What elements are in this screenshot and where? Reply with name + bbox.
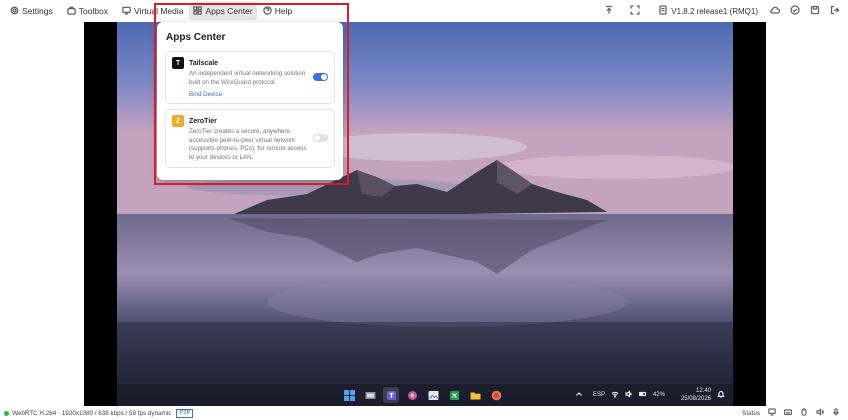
save-icon[interactable] bbox=[810, 5, 820, 17]
toolbar-right: V1.8.2 release1 (RMQ1) bbox=[604, 0, 840, 22]
keyboard-icon[interactable] bbox=[783, 408, 793, 418]
toggle-knob bbox=[321, 74, 327, 80]
battery-icon[interactable] bbox=[638, 390, 647, 400]
gear-icon bbox=[10, 6, 19, 17]
popup-title: Apps Center bbox=[166, 32, 226, 43]
teams-app-icon[interactable] bbox=[383, 387, 399, 403]
toolbox-menu[interactable]: Toolbox bbox=[63, 2, 112, 20]
clock-date: 25/08/2026 bbox=[680, 396, 711, 402]
photos-app-icon[interactable] bbox=[425, 387, 441, 403]
system-tray: ESP 42% 12:40 25/08/2026 bbox=[575, 384, 725, 406]
toolbox-icon bbox=[67, 6, 76, 17]
cloud-icon[interactable] bbox=[770, 5, 781, 17]
notification-bell-icon[interactable] bbox=[717, 390, 725, 400]
taskbar-apps bbox=[341, 387, 504, 403]
status-label[interactable]: Status bbox=[742, 410, 760, 417]
p2p-badge: P2P bbox=[176, 408, 194, 418]
logout-icon[interactable] bbox=[830, 5, 840, 17]
language-indicator[interactable]: ESP bbox=[593, 392, 605, 398]
taskbar-clock[interactable]: 12:40 25/08/2026 bbox=[681, 387, 711, 403]
toolbox-label: Toolbox bbox=[78, 6, 109, 16]
tailscale-logo-icon: T bbox=[172, 57, 184, 69]
virtual-media-label: Virtual Media bbox=[134, 6, 184, 16]
status-bar: WebRTC H.264 · 1920x1080 / 638 kbps / 59… bbox=[0, 406, 848, 420]
apps-center-label: Apps Center bbox=[205, 6, 253, 16]
app-description: An independent virtual networking soluti… bbox=[189, 70, 306, 86]
help-menu[interactable]: Help bbox=[259, 2, 296, 20]
apps-center-menu[interactable]: Apps Center bbox=[189, 2, 257, 20]
monitor-icon[interactable] bbox=[768, 408, 776, 418]
help-icon bbox=[263, 5, 272, 17]
file-explorer-icon[interactable] bbox=[362, 387, 378, 403]
app-description: ZeroTier creates a secure, anywhere-acce… bbox=[189, 128, 307, 161]
apps-center-popup: Apps Center T Tailscale An independent v… bbox=[157, 22, 343, 180]
settings-label: Settings bbox=[22, 6, 53, 16]
clock-time: 12:40 bbox=[695, 388, 711, 394]
top-toolbar: Settings Toolbox Virtual Media Apps Cent… bbox=[0, 0, 848, 22]
connection-status-dot bbox=[4, 410, 9, 416]
bind-device-link[interactable]: Bind Device bbox=[189, 91, 328, 98]
battery-level: 42% bbox=[652, 392, 665, 398]
upload-icon[interactable] bbox=[604, 5, 614, 17]
excel-app-icon[interactable] bbox=[446, 387, 462, 403]
document-icon bbox=[658, 5, 668, 17]
firefox-icon[interactable] bbox=[488, 387, 504, 403]
status-right: Status bbox=[742, 406, 840, 420]
volume-icon[interactable] bbox=[625, 390, 633, 400]
app-name: Tailscale bbox=[189, 59, 219, 67]
toggle-knob bbox=[314, 135, 320, 141]
tailscale-toggle[interactable] bbox=[313, 73, 328, 81]
speaker-icon[interactable] bbox=[816, 408, 825, 418]
folder-icon[interactable] bbox=[467, 387, 483, 403]
app-name: ZeroTier bbox=[189, 117, 217, 125]
settings-menu[interactable]: Settings bbox=[6, 2, 57, 20]
windows-start-icon[interactable] bbox=[341, 387, 357, 403]
apps-grid-icon bbox=[193, 5, 203, 17]
zerotier-toggle[interactable] bbox=[313, 134, 328, 142]
app-card-tailscale: T Tailscale An independent virtual netwo… bbox=[165, 51, 335, 104]
version-info[interactable]: V1.8.2 release1 (RMQ1) bbox=[658, 5, 758, 17]
fullscreen-icon[interactable] bbox=[630, 5, 640, 17]
mouse-icon[interactable] bbox=[800, 408, 808, 418]
chevron-up-icon[interactable] bbox=[575, 390, 583, 400]
copilot-icon[interactable] bbox=[404, 387, 420, 403]
windows-taskbar: ESP 42% 12:40 25/08/2026 bbox=[117, 384, 733, 406]
help-label: Help bbox=[274, 6, 293, 16]
wifi-icon[interactable] bbox=[611, 390, 619, 400]
microphone-icon[interactable] bbox=[832, 408, 840, 418]
app-card-zerotier: Z ZeroTier ZeroTier creates a secure, an… bbox=[165, 109, 335, 168]
version-label: V1.8.2 release1 (RMQ1) bbox=[671, 6, 758, 16]
zerotier-logo-letter: Z bbox=[175, 117, 181, 125]
tailscale-logo-letter: T bbox=[175, 59, 181, 67]
stream-info: WebRTC H.264 · 1920x1080 / 638 kbps / 59… bbox=[12, 409, 172, 417]
virtual-media-menu[interactable]: Virtual Media bbox=[118, 2, 187, 20]
zerotier-logo-icon: Z bbox=[172, 115, 184, 127]
check-circle-icon[interactable] bbox=[790, 5, 800, 17]
monitor-icon bbox=[122, 6, 131, 17]
